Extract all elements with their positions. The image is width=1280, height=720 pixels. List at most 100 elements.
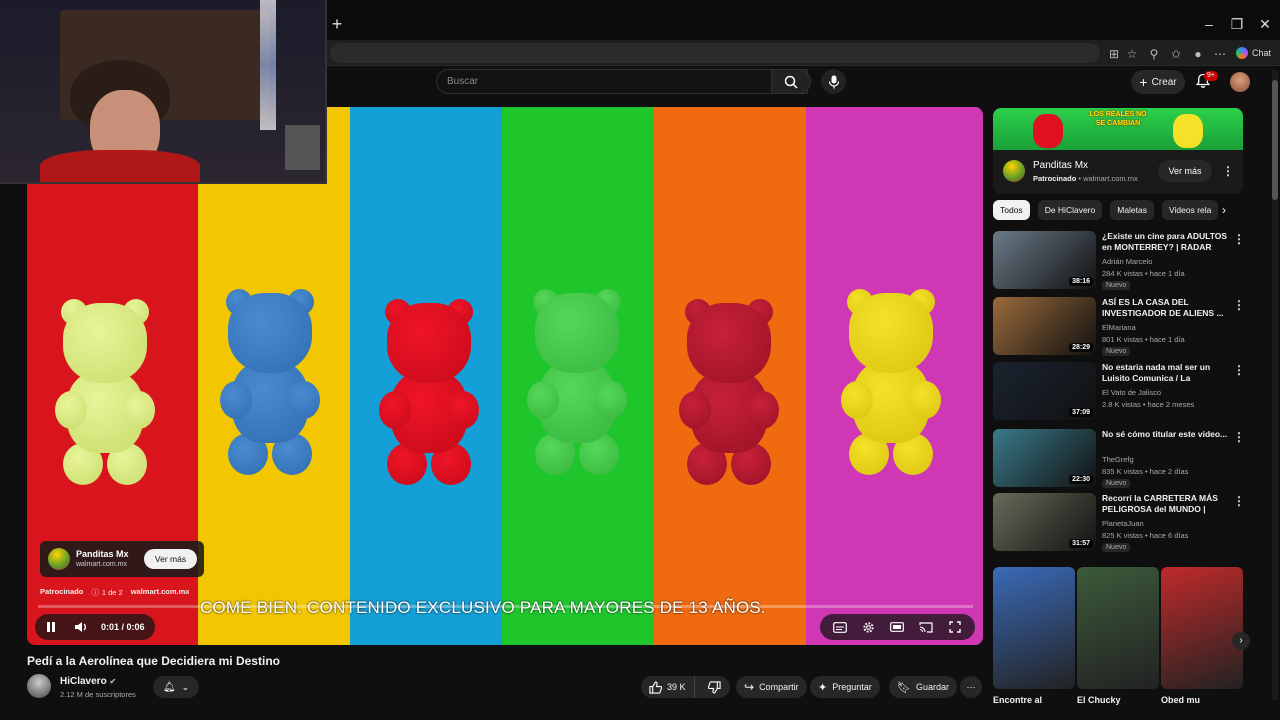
video-title: Pedí a la Aerolínea que Decidiera mi Des… xyxy=(27,654,280,668)
advertiser-url: walmart.com.mx xyxy=(76,561,127,568)
fullscreen-button[interactable] xyxy=(945,617,965,637)
profile-icon[interactable]: ● xyxy=(1190,46,1206,62)
extensions-icon[interactable]: ⚲ xyxy=(1146,46,1162,62)
chevron-right-icon[interactable]: › xyxy=(1222,203,1226,217)
subscription-bell-button[interactable]: 🔔︎ ⌄ xyxy=(153,676,199,698)
webcam-overlay xyxy=(0,0,327,184)
short-title[interactable]: El Chucky xyxy=(1077,695,1121,705)
shorts-next-button[interactable]: › xyxy=(1232,632,1250,650)
settings-button[interactable] xyxy=(859,617,879,637)
channel-avatar[interactable] xyxy=(27,674,51,698)
favorites-icon[interactable]: ✩ xyxy=(1168,46,1184,62)
share-icon: ↪ xyxy=(744,680,755,694)
maximize-button[interactable]: ❐ xyxy=(1222,14,1252,34)
video-thumbnail[interactable]: 38:16 xyxy=(993,231,1096,289)
recommended-video[interactable]: 31:57 Recorrí la CARRETERA MÁS PELIGROSA … xyxy=(993,493,1245,553)
apps-icon[interactable]: ⊞ xyxy=(1106,46,1122,62)
video-duration: 22:30 xyxy=(1069,475,1093,484)
account-avatar[interactable] xyxy=(1230,72,1250,92)
video-menu-icon[interactable]: ⋮ xyxy=(1233,431,1245,443)
recommended-channel[interactable]: TheGrefg xyxy=(1102,455,1134,464)
subscriber-count: 2.12 M de suscriptores xyxy=(60,690,136,699)
progress-bar[interactable] xyxy=(35,605,973,608)
ad-domain-link[interactable]: walmart.com.mx xyxy=(131,587,190,598)
recommended-title[interactable]: ASÍ ES LA CASA DEL INVESTIGADOR DE ALIEN… xyxy=(1102,297,1230,319)
sidebar-ad-banner[interactable]: LOS REALES NO SE CAMBIAN xyxy=(993,108,1243,150)
recommended-title[interactable]: Recorrí la CARRETERA MÁS PELIGROSA del M… xyxy=(1102,493,1230,517)
close-window-button[interactable]: ✕ xyxy=(1250,14,1280,34)
short-title[interactable]: Obed mu xyxy=(1161,695,1200,705)
recommended-channel[interactable]: ElMariana xyxy=(1102,323,1136,332)
sidebar-ad-button[interactable]: Ver más xyxy=(1158,160,1212,182)
theater-mode-button[interactable] xyxy=(887,617,907,637)
video-duration: 31:57 xyxy=(1069,539,1093,548)
ad-visit-button[interactable]: Ver más xyxy=(144,549,197,569)
like-count: 39 K xyxy=(667,682,686,692)
short-title[interactable]: Encontre al xyxy=(993,695,1042,705)
address-bar[interactable] xyxy=(330,43,1100,63)
filter-chip[interactable]: De HiClavero xyxy=(1037,200,1103,220)
share-label: Compartir xyxy=(759,682,799,692)
recommended-video[interactable]: 22:30 No sé cómo titular este video... The… xyxy=(993,429,1245,489)
save-button[interactable]: 🔖︎ Guardar xyxy=(889,676,957,698)
recommended-channel[interactable]: El Vato de Jalisco xyxy=(1102,388,1161,397)
video-menu-icon[interactable]: ⋮ xyxy=(1233,364,1245,376)
filter-chip[interactable]: Maletas xyxy=(1110,200,1154,220)
short-thumbnail[interactable] xyxy=(993,567,1075,689)
advertiser-logo xyxy=(48,548,70,570)
filter-chip[interactable]: Todos xyxy=(993,200,1030,220)
thumbs-down-icon xyxy=(707,680,721,694)
recommended-channel[interactable]: PlanetaJuan xyxy=(1102,519,1144,528)
filter-chip[interactable]: Videos rela xyxy=(1162,200,1219,220)
more-icon[interactable]: ⋯ xyxy=(1212,46,1228,62)
short-thumbnail[interactable] xyxy=(1161,567,1243,689)
video-menu-icon[interactable]: ⋮ xyxy=(1233,233,1245,245)
recommended-title[interactable]: ¿Existe un cine para ADULTOS en MONTERRE… xyxy=(1102,231,1230,255)
ad-info-bar: Patrocinado ⓘ 1 de 2 walmart.com.mx xyxy=(40,587,189,598)
like-button[interactable]: 39 K xyxy=(641,676,695,698)
cast-button[interactable] xyxy=(916,617,936,637)
pause-button[interactable] xyxy=(41,617,61,637)
video-menu-icon[interactable]: ⋮ xyxy=(1233,299,1245,311)
voice-search-button[interactable] xyxy=(821,69,846,94)
video-thumbnail[interactable]: 28:29 xyxy=(993,297,1096,355)
plus-icon: + xyxy=(1139,74,1148,90)
subtitles-button[interactable] xyxy=(830,617,850,637)
player-controls-left: 0:01 / 0:06 xyxy=(35,614,155,640)
gummy-bear xyxy=(55,299,155,488)
sidebar-ad-menu-icon[interactable]: ⋮ xyxy=(1222,165,1234,177)
subtitles-icon xyxy=(833,621,848,633)
recommended-title[interactable]: No sé cómo titular este video... xyxy=(1102,429,1230,440)
video-thumbnail[interactable]: 37:09 xyxy=(993,362,1096,420)
info-icon[interactable]: ⓘ xyxy=(91,587,99,598)
favorite-star-icon[interactable]: ☆ xyxy=(1124,46,1140,62)
scrollbar-thumb[interactable] xyxy=(1272,80,1278,200)
dislike-button[interactable] xyxy=(700,676,729,698)
short-thumbnail[interactable] xyxy=(1077,567,1159,689)
minimize-button[interactable]: – xyxy=(1194,14,1224,34)
more-actions-button[interactable]: ⋯ xyxy=(960,676,982,698)
recommended-video[interactable]: 37:09 No estaria nada mal ser un Luisito … xyxy=(993,362,1245,422)
cast-icon xyxy=(919,621,933,633)
recommended-video[interactable]: 28:29 ASÍ ES LA CASA DEL INVESTIGADOR DE … xyxy=(993,297,1245,357)
video-thumbnail[interactable]: 22:30 xyxy=(993,429,1096,487)
ad-disclaimer-caption: COME BIEN. CONTENIDO EXCLUSIVO PARA MAYO… xyxy=(200,598,766,617)
new-tab-button[interactable]: + xyxy=(328,15,346,33)
video-menu-icon[interactable]: ⋮ xyxy=(1233,495,1245,507)
sidebar-sponsored-label: Patrocinado xyxy=(1033,174,1077,183)
search-button[interactable] xyxy=(771,69,811,94)
video-thumbnail[interactable]: 31:57 xyxy=(993,493,1096,551)
save-label: Guardar xyxy=(915,682,949,692)
mute-button[interactable] xyxy=(71,617,91,637)
create-button[interactable]: + Crear xyxy=(1131,70,1185,94)
recommended-channel[interactable]: Adrián Marcelo xyxy=(1102,257,1152,266)
recommended-video[interactable]: 38:16 ¿Existe un cine para ADULTOS en MON… xyxy=(993,231,1245,291)
create-label: Crear xyxy=(1151,76,1177,88)
ask-button[interactable]: ✦ Preguntar xyxy=(810,676,880,698)
like-dislike-group: 39 K xyxy=(641,676,730,698)
share-button[interactable]: ↪ Compartir xyxy=(736,676,807,698)
channel-name[interactable]: HiClavero ✔ xyxy=(60,676,116,687)
copilot-chat-button[interactable]: Chat xyxy=(1236,44,1271,62)
recommended-title[interactable]: No estaria nada mal ser un Luisito Comun… xyxy=(1102,362,1230,386)
search-input[interactable]: Buscar xyxy=(436,69,808,94)
